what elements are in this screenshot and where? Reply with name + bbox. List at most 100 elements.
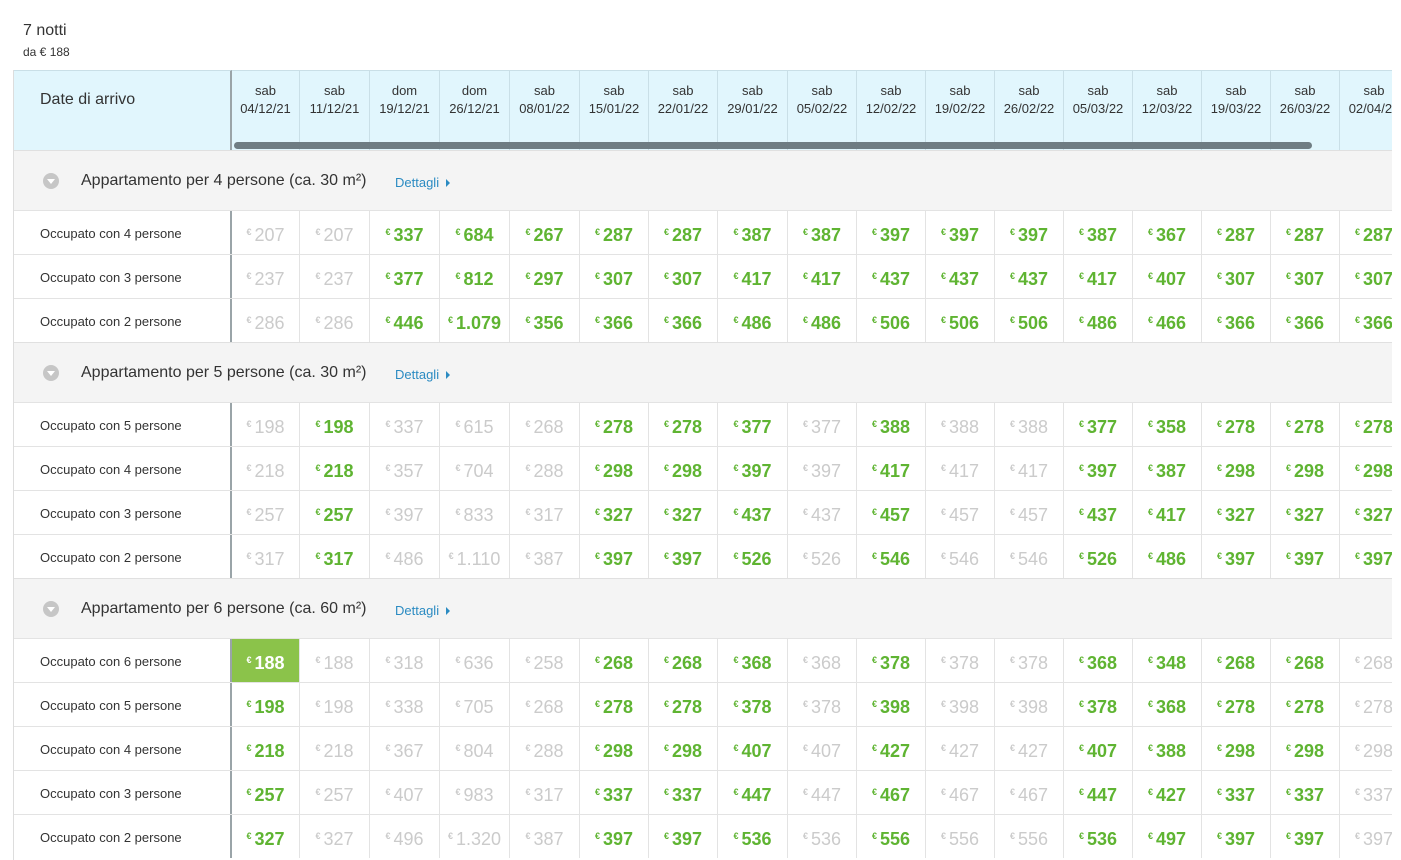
price-cell[interactable]: €417 <box>718 255 788 298</box>
price-cell[interactable]: €298 <box>580 727 649 770</box>
price-cell[interactable]: €278 <box>1271 403 1340 446</box>
date-column-header[interactable]: sab 19/03/22 <box>1202 70 1271 150</box>
price-cell[interactable]: €278 <box>649 403 718 446</box>
price-cell[interactable]: €437 <box>926 255 995 298</box>
price-cell[interactable]: €486 <box>1133 535 1202 578</box>
date-column-header[interactable]: dom 26/12/21 <box>440 70 510 150</box>
date-column-header[interactable]: sab 05/03/22 <box>1064 70 1133 150</box>
horizontal-scrollbar[interactable] <box>234 142 1312 149</box>
price-cell[interactable]: €368 <box>718 639 788 682</box>
price-cell[interactable]: €366 <box>1202 299 1271 342</box>
price-cell[interactable]: €812 <box>440 255 510 298</box>
price-cell[interactable]: €268 <box>1202 639 1271 682</box>
price-cell[interactable]: €377 <box>1064 403 1133 446</box>
price-cell[interactable]: €287 <box>1202 211 1271 254</box>
price-cell[interactable]: €358 <box>1133 403 1202 446</box>
details-link[interactable]: Dettagli <box>395 367 451 382</box>
price-cell[interactable]: €278 <box>1202 403 1271 446</box>
price-cell[interactable]: €486 <box>718 299 788 342</box>
price-cell[interactable]: €1.079 <box>440 299 510 342</box>
price-cell[interactable]: €278 <box>580 683 649 726</box>
price-cell[interactable]: €377 <box>718 403 788 446</box>
details-link[interactable]: Dettagli <box>395 175 451 190</box>
price-cell[interactable]: €387 <box>718 211 788 254</box>
price-cell[interactable]: €356 <box>510 299 580 342</box>
price-cell[interactable]: €388 <box>1133 727 1202 770</box>
price-cell[interactable]: €486 <box>788 299 857 342</box>
date-column-header[interactable]: dom 19/12/21 <box>370 70 440 150</box>
price-cell[interactable]: €298 <box>1202 727 1271 770</box>
price-cell[interactable]: €267 <box>510 211 580 254</box>
price-cell[interactable]: €307 <box>649 255 718 298</box>
price-cell[interactable]: €218 <box>232 727 300 770</box>
price-cell[interactable]: €278 <box>1202 683 1271 726</box>
date-column-header[interactable]: sab 26/03/22 <box>1271 70 1340 150</box>
price-cell[interactable]: €417 <box>857 447 926 490</box>
price-cell[interactable]: €298 <box>1202 447 1271 490</box>
date-column-header[interactable]: sab 05/02/22 <box>788 70 857 150</box>
price-cell[interactable]: €257 <box>300 491 370 534</box>
price-cell[interactable]: €397 <box>1340 535 1392 578</box>
price-cell[interactable]: €387 <box>1064 211 1133 254</box>
price-cell[interactable]: €366 <box>1340 299 1392 342</box>
price-cell[interactable]: €536 <box>718 815 788 858</box>
price-cell[interactable]: €268 <box>1271 639 1340 682</box>
collapse-chevron-icon[interactable] <box>43 365 59 381</box>
price-cell[interactable]: €307 <box>1202 255 1271 298</box>
price-cell[interactable]: €307 <box>1271 255 1340 298</box>
price-cell[interactable]: €278 <box>1271 683 1340 726</box>
price-cell[interactable]: €198 <box>300 403 370 446</box>
price-cell[interactable]: €366 <box>649 299 718 342</box>
date-column-header[interactable]: sab 02/04/22 <box>1340 70 1392 150</box>
price-cell[interactable]: €287 <box>1340 211 1392 254</box>
date-column-header[interactable]: sab 26/02/22 <box>995 70 1064 150</box>
price-cell[interactable]: €218 <box>300 447 370 490</box>
price-cell[interactable]: €427 <box>857 727 926 770</box>
price-cell[interactable]: €298 <box>1340 447 1392 490</box>
price-cell[interactable]: €397 <box>857 211 926 254</box>
price-cell[interactable]: €378 <box>857 639 926 682</box>
price-cell[interactable]: €506 <box>857 299 926 342</box>
price-cell[interactable]: €378 <box>718 683 788 726</box>
price-cell[interactable]: €397 <box>1202 535 1271 578</box>
price-cell[interactable]: €397 <box>995 211 1064 254</box>
price-cell[interactable]: €497 <box>1133 815 1202 858</box>
price-cell[interactable]: €298 <box>649 727 718 770</box>
date-column-header[interactable]: sab 11/12/21 <box>300 70 370 150</box>
price-cell[interactable]: €387 <box>788 211 857 254</box>
price-cell[interactable]: €298 <box>649 447 718 490</box>
price-cell[interactable]: €297 <box>510 255 580 298</box>
price-cell[interactable]: €268 <box>580 639 649 682</box>
price-cell[interactable]: €437 <box>995 255 1064 298</box>
price-cell[interactable]: €397 <box>649 535 718 578</box>
price-cell[interactable]: €366 <box>1271 299 1340 342</box>
date-column-header[interactable]: sab 29/01/22 <box>718 70 788 150</box>
price-cell[interactable]: €278 <box>649 683 718 726</box>
price-cell[interactable]: €348 <box>1133 639 1202 682</box>
price-cell[interactable]: €268 <box>649 639 718 682</box>
price-cell[interactable]: €317 <box>300 535 370 578</box>
date-column-header[interactable]: sab 12/03/22 <box>1133 70 1202 150</box>
price-cell[interactable]: €556 <box>857 815 926 858</box>
price-cell[interactable]: €397 <box>1271 535 1340 578</box>
price-cell[interactable]: €366 <box>580 299 649 342</box>
price-cell[interactable]: €407 <box>1064 727 1133 770</box>
price-cell[interactable]: €287 <box>649 211 718 254</box>
price-cell[interactable]: €327 <box>1340 491 1392 534</box>
price-cell[interactable]: €298 <box>1271 727 1340 770</box>
price-cell[interactable]: €188 <box>232 639 300 682</box>
price-cell[interactable]: €397 <box>718 447 788 490</box>
price-cell[interactable]: €417 <box>788 255 857 298</box>
price-cell[interactable]: €397 <box>580 815 649 858</box>
price-cell[interactable]: €368 <box>1064 639 1133 682</box>
price-cell[interactable]: €447 <box>718 771 788 814</box>
price-cell[interactable]: €397 <box>1064 447 1133 490</box>
price-cell[interactable]: €446 <box>370 299 440 342</box>
price-cell[interactable]: €506 <box>926 299 995 342</box>
date-column-header[interactable]: sab 12/02/22 <box>857 70 926 150</box>
price-cell[interactable]: €327 <box>1202 491 1271 534</box>
price-cell[interactable]: €397 <box>926 211 995 254</box>
tab-7-nights[interactable]: 7 notti da € 188 <box>13 14 81 73</box>
price-cell[interactable]: €526 <box>718 535 788 578</box>
price-cell[interactable]: €467 <box>857 771 926 814</box>
